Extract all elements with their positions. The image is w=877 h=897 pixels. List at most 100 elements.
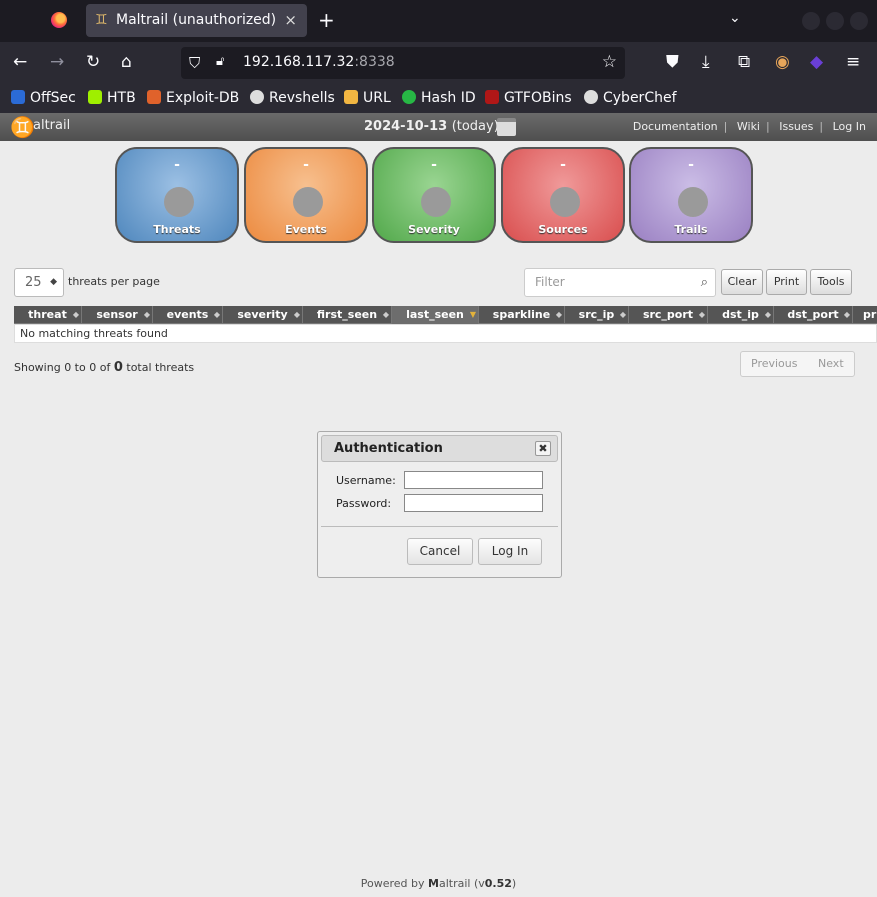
- extension-shield-icon[interactable]: ◆: [810, 52, 823, 72]
- next-button[interactable]: Next: [818, 352, 844, 376]
- tab-close-icon[interactable]: ×: [284, 4, 297, 37]
- stat-value: -: [431, 157, 437, 173]
- tab-list-chevron-icon[interactable]: ⌄: [729, 10, 741, 26]
- url-bar[interactable]: ⛉ 🔓︎ 192.168.117.32:8338 ☆: [181, 47, 625, 79]
- url-text[interactable]: 192.168.117.32:8338: [243, 54, 395, 70]
- column-header-last-seen[interactable]: last_seen ▼: [392, 306, 479, 324]
- column-header-proto[interactable]: pr: [853, 306, 877, 324]
- forward-arrow-icon[interactable]: →: [50, 52, 64, 72]
- maximize-button[interactable]: [826, 12, 844, 30]
- downloads-icon[interactable]: ⤓: [702, 52, 710, 72]
- bookmark-cyberchef[interactable]: CyberChef: [584, 89, 677, 107]
- htb-icon: [88, 90, 102, 104]
- bookmark-star-icon[interactable]: ☆: [602, 52, 617, 72]
- clear-button[interactable]: Clear: [721, 269, 763, 295]
- maltrail-logo-icon[interactable]: ♊: [10, 116, 35, 138]
- sort-desc-icon: ▼: [469, 310, 476, 319]
- browser-nav-bar: ← → ↻ ⌂ ⛉ 🔓︎ 192.168.117.32:8338 ☆ ⛊ ⤓ ⧉…: [0, 42, 877, 84]
- wiki-link[interactable]: Wiki: [737, 120, 760, 133]
- stat-value: -: [174, 157, 180, 173]
- documentation-link[interactable]: Documentation: [633, 120, 718, 133]
- tracking-shield-icon[interactable]: ⛉: [189, 54, 200, 72]
- current-date: 2024-10-13 (today): [364, 119, 499, 134]
- footer: Powered by Maltrail (v0.52): [360, 877, 517, 890]
- extensions-icon[interactable]: ⧉: [738, 52, 750, 72]
- login-button[interactable]: Log In: [478, 538, 542, 565]
- menu-hamburger-icon[interactable]: ≡: [846, 52, 860, 72]
- offsec-icon: [11, 90, 25, 104]
- table-header: threat ◆ sensor ◆ events ◆ severity ◆ first_…: [14, 306, 877, 324]
- bookmark-revshells[interactable]: Revshells: [250, 89, 335, 107]
- sort-icon: ◆: [143, 310, 150, 319]
- exploit-db-icon: [147, 90, 161, 104]
- login-link[interactable]: Log In: [833, 120, 866, 133]
- stat-threats[interactable]: - Threats: [115, 147, 239, 243]
- pocket-icon[interactable]: ⛊: [666, 52, 679, 72]
- username-label: Username:: [336, 474, 396, 487]
- column-header-src-ip[interactable]: src_ip ◆: [565, 306, 629, 324]
- stat-value: -: [303, 157, 309, 173]
- column-header-sparkline[interactable]: sparkline ◆: [479, 306, 565, 324]
- calendar-icon[interactable]: [497, 118, 516, 136]
- new-tab-button[interactable]: +: [318, 8, 335, 32]
- sort-icon: ◆: [72, 310, 79, 319]
- browser-tab[interactable]: ♊ Maltrail (unauthorized) ×: [86, 4, 307, 37]
- issues-link[interactable]: Issues: [779, 120, 813, 133]
- extension-addon-icon[interactable]: ◉: [775, 52, 790, 72]
- column-header-sensor[interactable]: sensor ◆: [82, 306, 153, 324]
- column-header-dst-ip[interactable]: dst_ip ◆: [708, 306, 774, 324]
- column-header-severity[interactable]: severity ◆: [223, 306, 303, 324]
- table-info: Showing 0 to 0 of 0 total threats: [14, 360, 195, 375]
- column-header-events[interactable]: events ◆: [153, 306, 223, 324]
- sort-icon: ◆: [213, 310, 220, 319]
- stat-dot: [678, 187, 708, 217]
- bookmark-hash-id[interactable]: Hash ID: [402, 89, 476, 107]
- column-header-src-port[interactable]: src_port ◆: [629, 306, 708, 324]
- chef-hat-icon: [584, 90, 598, 104]
- column-header-first-seen[interactable]: first_seen ◆: [303, 306, 392, 324]
- bookmark-gtfobins[interactable]: GTFOBins: [485, 89, 572, 107]
- sort-icon: ◆: [293, 310, 300, 319]
- bookmark-offsec[interactable]: OffSec: [11, 89, 76, 107]
- stat-value: -: [560, 157, 566, 173]
- page-size-select[interactable]: 25 ◆: [14, 268, 64, 297]
- bookmark-htb[interactable]: HTB: [88, 89, 136, 107]
- select-caret-icon: ◆: [50, 277, 57, 287]
- close-icon[interactable]: ✖: [535, 441, 551, 456]
- bookmark-url[interactable]: URL: [344, 89, 391, 107]
- browser-tab-bar: ♊ Maltrail (unauthorized) × + ⌄: [0, 0, 877, 42]
- stat-dot: [293, 187, 323, 217]
- home-icon[interactable]: ⌂: [121, 52, 132, 72]
- stat-severity[interactable]: - Severity: [372, 147, 496, 243]
- authentication-dialog: Authentication ✖ Username: Password: Can…: [317, 431, 562, 578]
- maltrail-favicon-icon: ♊: [95, 12, 108, 28]
- column-header-threat[interactable]: threat ◆: [14, 306, 82, 324]
- back-arrow-icon[interactable]: ←: [13, 52, 27, 72]
- stat-sources[interactable]: - Sources: [501, 147, 625, 243]
- print-button[interactable]: Print: [766, 269, 807, 295]
- filter-input[interactable]: Filter ⌕: [524, 268, 716, 297]
- tools-button[interactable]: Tools: [810, 269, 852, 295]
- tab-title: Maltrail (unauthorized): [116, 12, 277, 28]
- firefox-icon[interactable]: [51, 12, 67, 28]
- search-icon[interactable]: ⌕: [701, 269, 708, 296]
- pagination: Previous Next: [740, 351, 855, 377]
- bookmarks-toolbar: OffSec HTB Exploit-DB Revshells URL Hash…: [0, 84, 877, 113]
- dialog-divider: [321, 526, 558, 527]
- column-header-dst-port[interactable]: dst_port ◆: [774, 306, 853, 324]
- stat-events[interactable]: - Events: [244, 147, 368, 243]
- reload-icon[interactable]: ↻: [86, 52, 100, 72]
- close-window-button[interactable]: [850, 12, 868, 30]
- sort-icon: ◆: [555, 310, 562, 319]
- maltrail-header: ♊ altrail 2024-10-13 (today) Documentati…: [0, 113, 877, 141]
- username-field[interactable]: [404, 471, 543, 489]
- password-field[interactable]: [404, 494, 543, 512]
- stat-trails[interactable]: - Trails: [629, 147, 753, 243]
- sort-icon: ◆: [619, 310, 626, 319]
- cancel-button[interactable]: Cancel: [407, 538, 473, 565]
- dialog-title: Authentication: [334, 441, 443, 456]
- minimize-button[interactable]: [802, 12, 820, 30]
- previous-button[interactable]: Previous: [751, 352, 798, 376]
- bookmark-exploit-db[interactable]: Exploit-DB: [147, 89, 239, 107]
- insecure-lock-icon[interactable]: 🔓︎: [216, 54, 224, 69]
